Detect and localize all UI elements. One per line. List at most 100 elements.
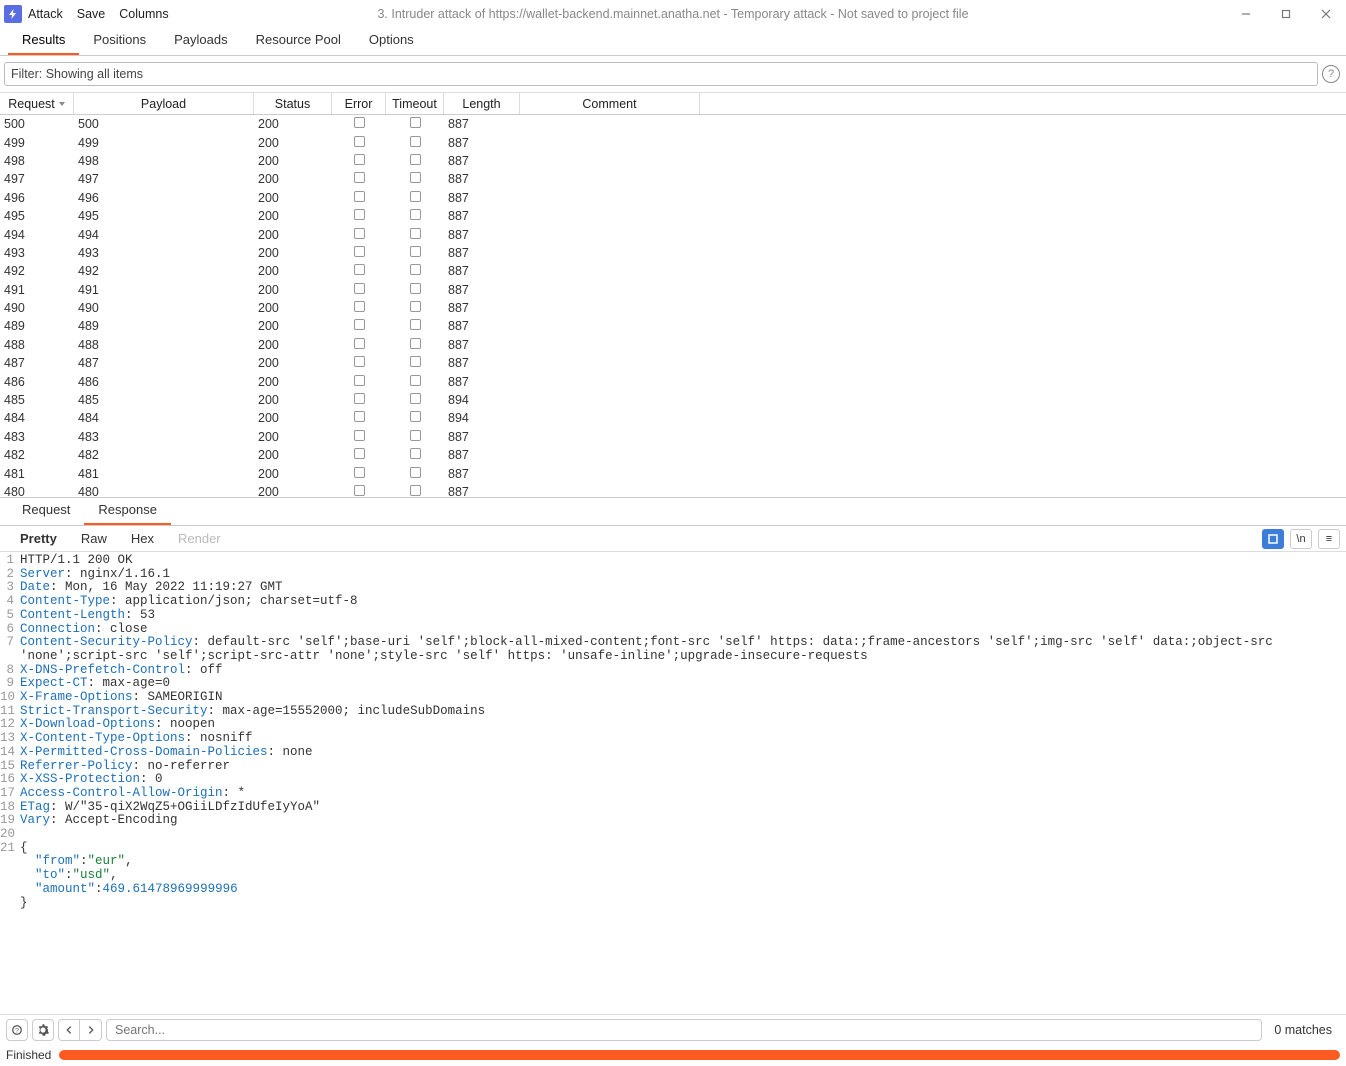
menu-save[interactable]: Save xyxy=(77,7,106,21)
cell-request: 499 xyxy=(0,136,74,150)
table-row[interactable]: 488488200887 xyxy=(0,336,1346,354)
tab-payloads[interactable]: Payloads xyxy=(160,26,241,55)
cell-timeout xyxy=(386,228,444,242)
line-number xyxy=(0,897,18,911)
newline-toggle[interactable]: \n xyxy=(1290,529,1312,549)
table-row[interactable]: 484484200894 xyxy=(0,409,1346,427)
table-row[interactable]: 486486200887 xyxy=(0,372,1346,390)
tab-resource-pool[interactable]: Resource Pool xyxy=(242,26,355,55)
cell-status: 200 xyxy=(254,338,332,352)
prev-match-button[interactable] xyxy=(58,1019,80,1041)
next-match-button[interactable] xyxy=(80,1019,102,1041)
table-row[interactable]: 480480200887 xyxy=(0,483,1346,497)
checkbox-icon xyxy=(354,319,365,330)
cell-request: 484 xyxy=(0,411,74,425)
table-row[interactable]: 497497200887 xyxy=(0,170,1346,188)
checkbox-icon xyxy=(410,411,421,422)
table-row[interactable]: 493493200887 xyxy=(0,244,1346,262)
cell-error xyxy=(332,283,386,297)
cell-timeout xyxy=(386,356,444,370)
close-button[interactable] xyxy=(1306,0,1346,28)
cell-payload: 500 xyxy=(74,117,254,131)
line-number: 10 xyxy=(0,691,18,705)
table-body[interactable]: 5005002008874994992008874984982008874974… xyxy=(0,115,1346,497)
menu-columns[interactable]: Columns xyxy=(119,7,168,21)
tab-results[interactable]: Results xyxy=(8,26,79,55)
cell-status: 200 xyxy=(254,375,332,389)
filter-input[interactable]: Filter: Showing all items xyxy=(4,62,1318,86)
rr-tab-response[interactable]: Response xyxy=(84,496,171,525)
line-number: 21 xyxy=(0,842,18,856)
line-number: 12 xyxy=(0,718,18,732)
table-row[interactable]: 494494200887 xyxy=(0,225,1346,243)
col-error[interactable]: Error xyxy=(332,93,386,114)
checkbox-icon xyxy=(354,485,365,496)
table-row[interactable]: 487487200887 xyxy=(0,354,1346,372)
cell-error xyxy=(332,430,386,444)
col-request[interactable]: Request xyxy=(0,93,74,114)
menu-attack[interactable]: Attack xyxy=(28,7,63,21)
table-row[interactable]: 485485200894 xyxy=(0,391,1346,409)
search-input[interactable] xyxy=(106,1019,1262,1041)
cell-timeout xyxy=(386,319,444,333)
col-timeout[interactable]: Timeout xyxy=(386,93,444,114)
table-row[interactable]: 496496200887 xyxy=(0,189,1346,207)
help-icon[interactable]: ? xyxy=(1322,65,1340,83)
response-body[interactable]: 1HTTP/1.1 200 OK2Server: nginx/1.16.13Da… xyxy=(0,552,1346,1014)
table-row[interactable]: 500500200887 xyxy=(0,115,1346,133)
cell-length: 887 xyxy=(444,338,520,352)
cell-status: 200 xyxy=(254,136,332,150)
checkbox-icon xyxy=(410,356,421,367)
line-number: 8 xyxy=(0,664,18,678)
tab-options[interactable]: Options xyxy=(355,26,428,55)
view-tab-pretty[interactable]: Pretty xyxy=(8,527,69,550)
line-number: 2 xyxy=(0,568,18,582)
cell-timeout xyxy=(386,375,444,389)
table-row[interactable]: 490490200887 xyxy=(0,299,1346,317)
table-row[interactable]: 499499200887 xyxy=(0,133,1346,151)
checkbox-icon xyxy=(410,485,421,496)
cell-timeout xyxy=(386,430,444,444)
view-tab-raw[interactable]: Raw xyxy=(69,527,119,550)
col-status[interactable]: Status xyxy=(254,93,332,114)
cell-error xyxy=(332,228,386,242)
table-row[interactable]: 483483200887 xyxy=(0,428,1346,446)
line-content: ETag: W/"35-qiX2WqZ5+OGiiLDfzIdUfeIyYoA" xyxy=(18,801,1346,815)
col-comment[interactable]: Comment xyxy=(520,93,700,114)
table-row[interactable]: 491491200887 xyxy=(0,281,1346,299)
col-length[interactable]: Length xyxy=(444,93,520,114)
cell-request: 493 xyxy=(0,246,74,260)
cell-status: 200 xyxy=(254,209,332,223)
table-row[interactable]: 489489200887 xyxy=(0,317,1346,335)
raw-toggle-icon[interactable] xyxy=(1262,529,1284,549)
checkbox-icon xyxy=(410,264,421,275)
minimize-button[interactable] xyxy=(1226,0,1266,28)
cell-timeout xyxy=(386,485,444,497)
cell-length: 887 xyxy=(444,246,520,260)
gear-icon[interactable] xyxy=(32,1019,54,1041)
help-icon[interactable]: ? xyxy=(6,1019,28,1041)
cell-error xyxy=(332,246,386,260)
cell-request: 500 xyxy=(0,117,74,131)
line-number: 14 xyxy=(0,746,18,760)
cell-error xyxy=(332,485,386,497)
cell-timeout xyxy=(386,246,444,260)
tab-positions[interactable]: Positions xyxy=(79,26,160,55)
cell-status: 200 xyxy=(254,191,332,205)
table-row[interactable]: 482482200887 xyxy=(0,446,1346,464)
table-row[interactable]: 492492200887 xyxy=(0,262,1346,280)
col-payload[interactable]: Payload xyxy=(74,93,254,114)
table-row[interactable]: 481481200887 xyxy=(0,464,1346,482)
cell-length: 887 xyxy=(444,485,520,497)
maximize-button[interactable] xyxy=(1266,0,1306,28)
rr-tab-request[interactable]: Request xyxy=(8,496,84,525)
cell-status: 200 xyxy=(254,411,332,425)
view-tab-hex[interactable]: Hex xyxy=(119,527,166,550)
cell-timeout xyxy=(386,117,444,131)
checkbox-icon xyxy=(410,430,421,441)
panel-menu-icon[interactable]: ≡ xyxy=(1318,529,1340,549)
cell-payload: 491 xyxy=(74,283,254,297)
table-row[interactable]: 498498200887 xyxy=(0,152,1346,170)
cell-status: 200 xyxy=(254,154,332,168)
table-row[interactable]: 495495200887 xyxy=(0,207,1346,225)
